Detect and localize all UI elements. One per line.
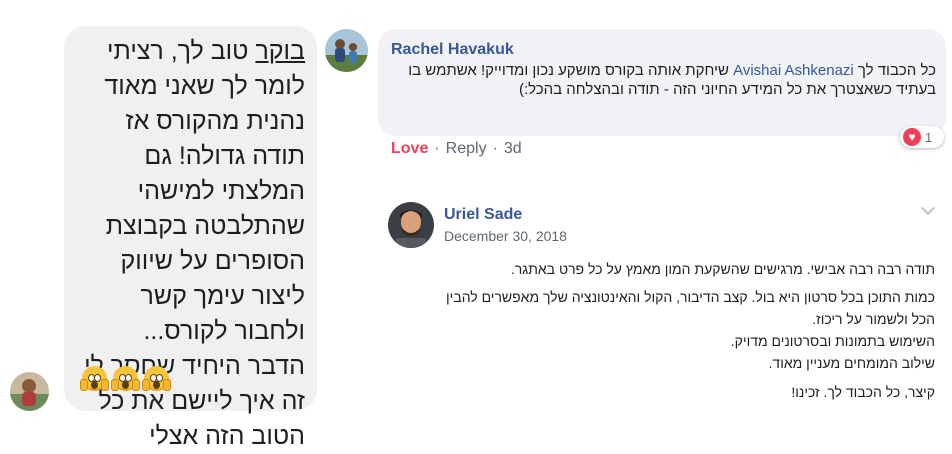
uriel-post-line: השימוש בתמונות ובסרטונים מדויק. (730, 333, 935, 349)
uriel-post-line: כמות התוכן בכל סרטון היא בול. קצב הדיבור… (446, 289, 935, 305)
chevron-down-icon[interactable] (920, 200, 936, 216)
rachel-comment-text: כל הכבוד לך Avishai Ashkenazi שיחקת אותה… (408, 62, 936, 98)
post-date[interactable]: December 30, 2018 (444, 228, 567, 244)
rachel-avatar[interactable] (325, 29, 368, 72)
face-screaming-icon (80, 366, 109, 391)
rachel-comment-bubble: Rachel Havakuk כל הכבוד לך Avishai Ashke… (378, 29, 946, 136)
uriel-post-line: תודה רבה רבה אבישי. מרגישים שהשקעת המון … (510, 261, 935, 277)
left-comment-bubble: בוקר טוב לך, רציתי לומר לך שאני מאוד נהנ… (64, 26, 317, 450)
uriel-post-line: הכל ולשמור על ריכוז. (812, 311, 935, 327)
comment-timestamp[interactable]: 3d (504, 140, 522, 158)
face-screaming-icon (142, 366, 171, 391)
reaction-badge[interactable]: ♥ 1 (900, 126, 944, 148)
reaction-count: 1 (925, 129, 933, 145)
love-button[interactable]: Love (391, 140, 428, 158)
rachel-author-link[interactable]: Rachel Havakuk (391, 41, 514, 59)
mention-link[interactable]: Avishai Ashkenazi (733, 62, 854, 79)
uriel-author-link[interactable]: Uriel Sade (444, 206, 522, 224)
comment-actions: Love · Reply · 3d (391, 140, 522, 158)
emoji-row (80, 366, 171, 391)
left-comment-text: בוקר טוב לך, רציתי לומר לך שאני מאוד נהנ… (84, 37, 305, 450)
left-commenter-avatar[interactable] (10, 372, 49, 411)
uriel-post-line: קיצר, כל הכבוד לך. זכינו! (791, 384, 935, 400)
heart-icon: ♥ (903, 128, 921, 146)
reply-button[interactable]: Reply (446, 140, 487, 158)
uriel-post-line: שילוב המומחים מעניין מאוד. (768, 355, 935, 371)
face-screaming-icon (111, 366, 140, 391)
uriel-avatar[interactable] (388, 202, 434, 248)
underlined-word: בוקר (255, 37, 305, 65)
